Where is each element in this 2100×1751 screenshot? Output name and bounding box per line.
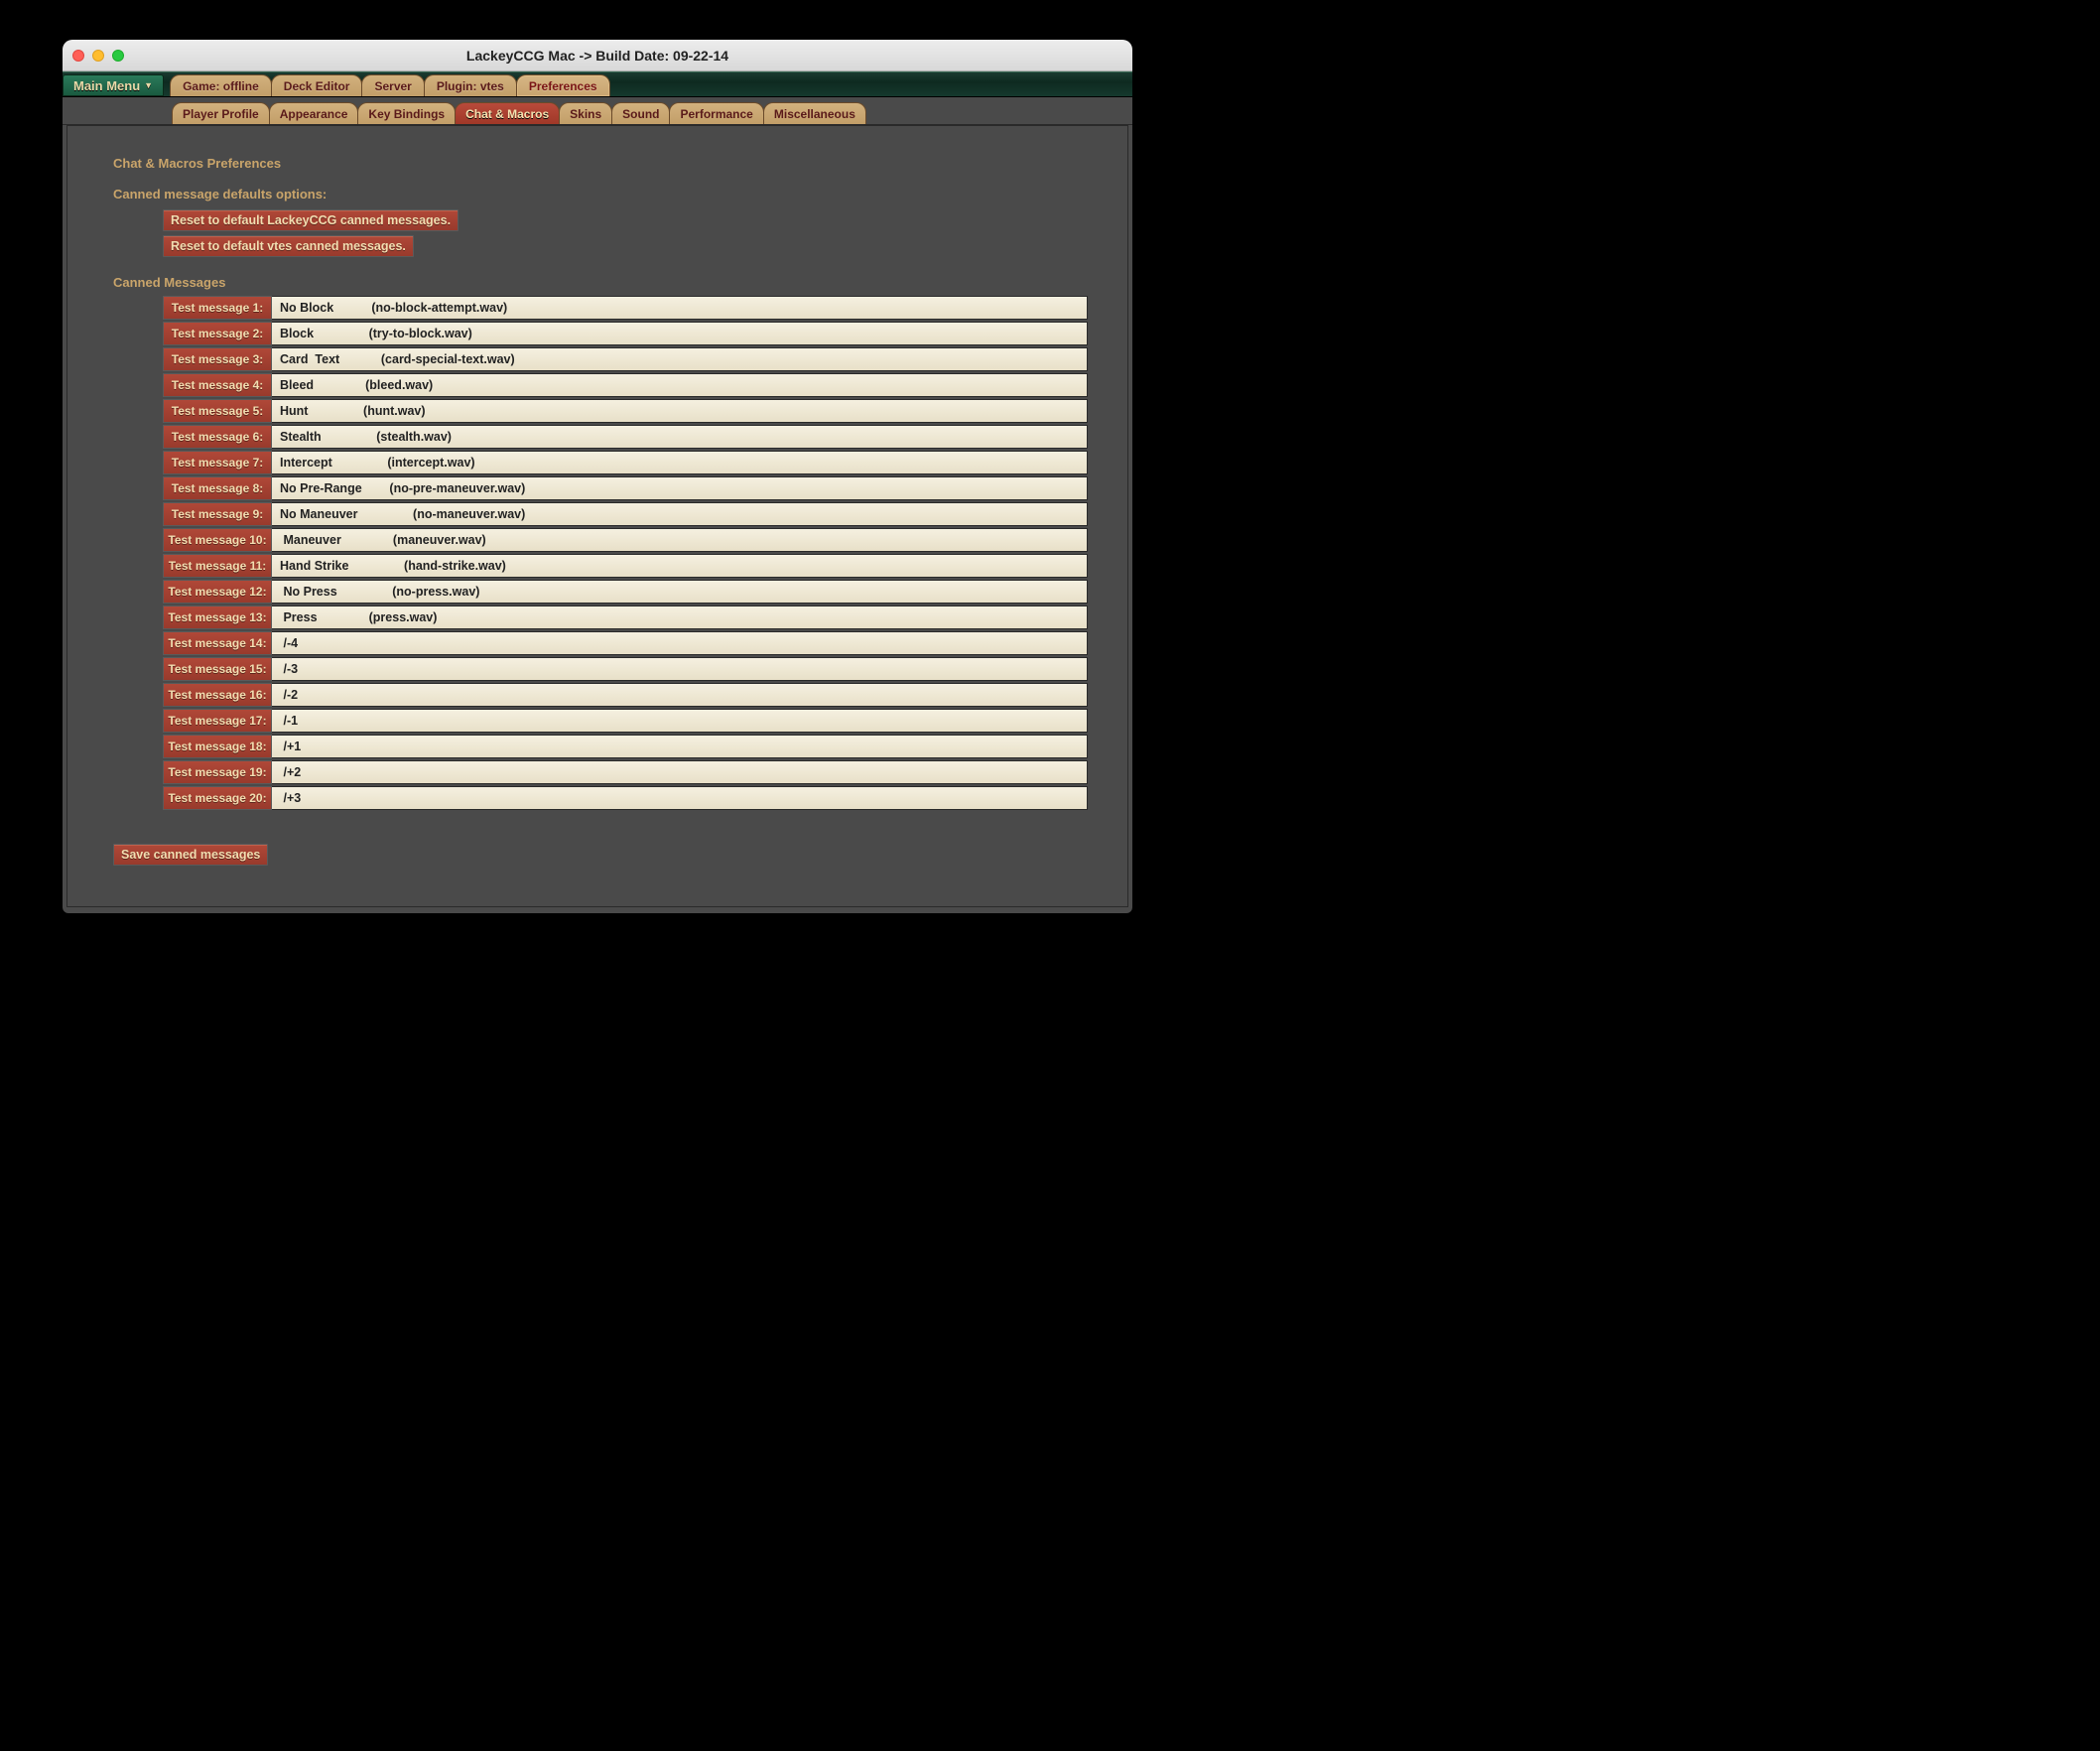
message-input-3[interactable]	[272, 347, 1088, 371]
message-row: Test message 7:	[163, 451, 1088, 474]
message-input-14[interactable]	[272, 631, 1088, 655]
test-message-button-9[interactable]: Test message 9:	[163, 502, 272, 526]
message-input-16[interactable]	[272, 683, 1088, 707]
message-input-1[interactable]	[272, 296, 1088, 320]
chevron-down-icon: ▼	[144, 80, 153, 90]
heading-main: Chat & Macros Preferences	[113, 156, 1088, 171]
test-message-button-6[interactable]: Test message 6:	[163, 425, 272, 449]
sub-tab-1[interactable]: Appearance	[269, 102, 359, 124]
message-row: Test message 19:	[163, 760, 1088, 784]
titlebar: LackeyCCG Mac -> Build Date: 09-22-14	[63, 40, 1132, 71]
test-message-button-19[interactable]: Test message 19:	[163, 760, 272, 784]
message-row: Test message 3:	[163, 347, 1088, 371]
message-row: Test message 15:	[163, 657, 1088, 681]
message-row: Test message 4:	[163, 373, 1088, 397]
message-row: Test message 17:	[163, 709, 1088, 733]
menubar: Main Menu ▼ Game: offlineDeck EditorServ…	[63, 71, 1132, 97]
message-row: Test message 14:	[163, 631, 1088, 655]
sub-tab-4[interactable]: Skins	[559, 102, 612, 124]
top-tabs: Game: offlineDeck EditorServerPlugin: vt…	[170, 70, 608, 96]
window-title: LackeyCCG Mac -> Build Date: 09-22-14	[63, 48, 1132, 64]
sub-tab-5[interactable]: Sound	[611, 102, 670, 124]
message-input-11[interactable]	[272, 554, 1088, 578]
message-input-2[interactable]	[272, 322, 1088, 345]
test-message-button-5[interactable]: Test message 5:	[163, 399, 272, 423]
message-row: Test message 1:	[163, 296, 1088, 320]
sub-tabs-bar: Player ProfileAppearanceKey BindingsChat…	[63, 97, 1132, 125]
test-message-button-20[interactable]: Test message 20:	[163, 786, 272, 810]
message-row: Test message 9:	[163, 502, 1088, 526]
test-message-button-8[interactable]: Test message 8:	[163, 476, 272, 500]
sub-tab-0[interactable]: Player Profile	[172, 102, 270, 124]
message-input-8[interactable]	[272, 476, 1088, 500]
message-input-12[interactable]	[272, 580, 1088, 604]
message-row: Test message 6:	[163, 425, 1088, 449]
message-input-5[interactable]	[272, 399, 1088, 423]
message-row: Test message 2:	[163, 322, 1088, 345]
message-row: Test message 10:	[163, 528, 1088, 552]
top-tab-2[interactable]: Server	[361, 74, 424, 96]
test-message-button-11[interactable]: Test message 11:	[163, 554, 272, 578]
sub-tab-2[interactable]: Key Bindings	[357, 102, 456, 124]
test-message-button-13[interactable]: Test message 13:	[163, 606, 272, 629]
test-message-button-17[interactable]: Test message 17:	[163, 709, 272, 733]
sub-tab-3[interactable]: Chat & Macros	[455, 102, 560, 124]
test-message-button-14[interactable]: Test message 14:	[163, 631, 272, 655]
test-message-button-12[interactable]: Test message 12:	[163, 580, 272, 604]
message-row: Test message 5:	[163, 399, 1088, 423]
message-row: Test message 20:	[163, 786, 1088, 810]
message-input-4[interactable]	[272, 373, 1088, 397]
top-tab-1[interactable]: Deck Editor	[271, 74, 363, 96]
message-input-17[interactable]	[272, 709, 1088, 733]
message-row: Test message 12:	[163, 580, 1088, 604]
message-input-10[interactable]	[272, 528, 1088, 552]
test-message-button-7[interactable]: Test message 7:	[163, 451, 272, 474]
canned-messages-list: Test message 1:Test message 2:Test messa…	[113, 296, 1088, 810]
reset-vtes-button[interactable]: Reset to default vtes canned messages.	[163, 235, 414, 257]
reset-lackey-button[interactable]: Reset to default LackeyCCG canned messag…	[163, 209, 459, 231]
sub-tab-7[interactable]: Miscellaneous	[763, 102, 866, 124]
test-message-button-18[interactable]: Test message 18:	[163, 735, 272, 758]
test-message-button-16[interactable]: Test message 16:	[163, 683, 272, 707]
message-input-20[interactable]	[272, 786, 1088, 810]
message-row: Test message 11:	[163, 554, 1088, 578]
message-row: Test message 18:	[163, 735, 1088, 758]
top-tab-4[interactable]: Preferences	[516, 74, 610, 96]
content-panel: Chat & Macros Preferences Canned message…	[66, 125, 1128, 907]
test-message-button-10[interactable]: Test message 10:	[163, 528, 272, 552]
app-window: LackeyCCG Mac -> Build Date: 09-22-14 Ma…	[63, 40, 1132, 913]
message-input-15[interactable]	[272, 657, 1088, 681]
message-input-13[interactable]	[272, 606, 1088, 629]
test-message-button-15[interactable]: Test message 15:	[163, 657, 272, 681]
test-message-button-2[interactable]: Test message 2:	[163, 322, 272, 345]
message-input-18[interactable]	[272, 735, 1088, 758]
message-row: Test message 8:	[163, 476, 1088, 500]
main-menu-label: Main Menu	[73, 78, 140, 93]
test-message-button-1[interactable]: Test message 1:	[163, 296, 272, 320]
message-input-19[interactable]	[272, 760, 1088, 784]
top-tab-3[interactable]: Plugin: vtes	[424, 74, 517, 96]
main-menu-button[interactable]: Main Menu ▼	[63, 74, 164, 96]
message-row: Test message 16:	[163, 683, 1088, 707]
message-input-6[interactable]	[272, 425, 1088, 449]
sub-tab-6[interactable]: Performance	[669, 102, 763, 124]
save-button[interactable]: Save canned messages	[113, 844, 268, 866]
heading-messages: Canned Messages	[113, 275, 1088, 290]
sub-tabs: Player ProfileAppearanceKey BindingsChat…	[172, 102, 865, 124]
top-tab-0[interactable]: Game: offline	[170, 74, 272, 96]
heading-defaults: Canned message defaults options:	[113, 187, 1088, 202]
message-input-7[interactable]	[272, 451, 1088, 474]
message-row: Test message 13:	[163, 606, 1088, 629]
message-input-9[interactable]	[272, 502, 1088, 526]
test-message-button-3[interactable]: Test message 3:	[163, 347, 272, 371]
test-message-button-4[interactable]: Test message 4:	[163, 373, 272, 397]
